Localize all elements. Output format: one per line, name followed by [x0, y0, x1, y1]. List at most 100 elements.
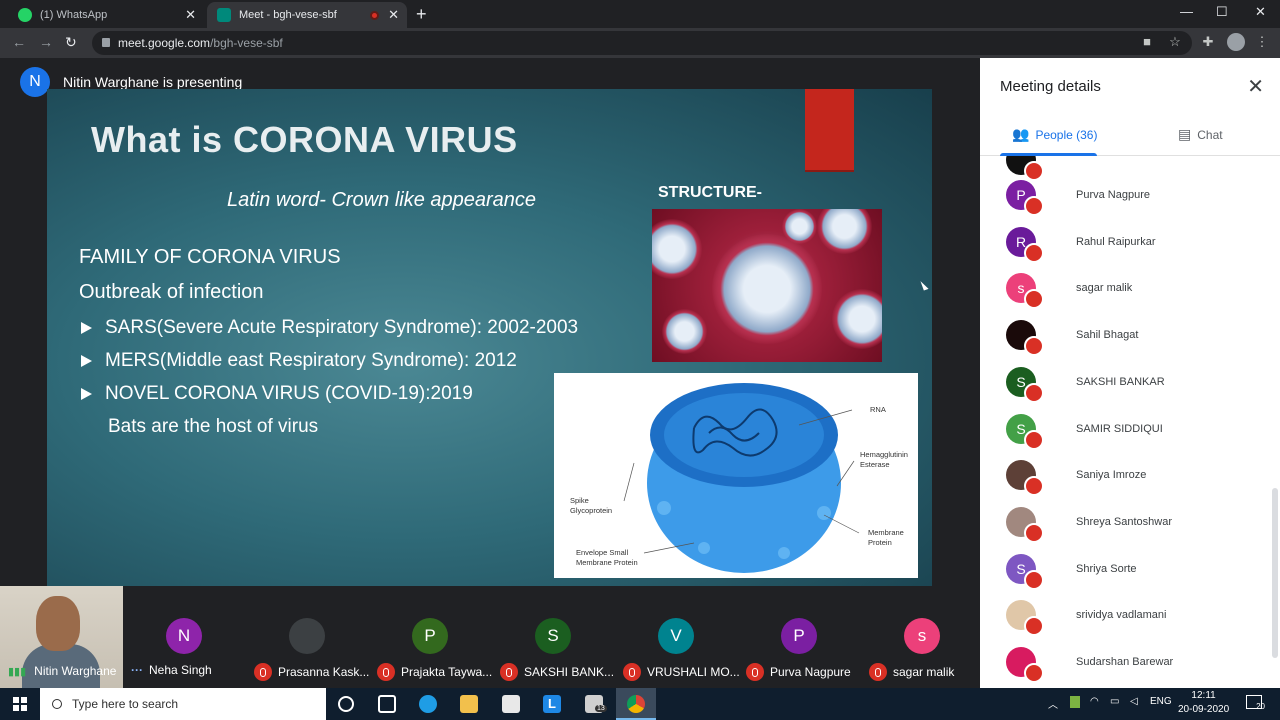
- participant-tile[interactable]: N ··· Neha Singh: [123, 586, 246, 688]
- participant-tile[interactable]: P Purva Nagpure: [738, 586, 861, 688]
- participant-name: Rahul Raipurkar: [1076, 235, 1156, 248]
- taskbar-search-input[interactable]: Type here to search: [40, 688, 326, 720]
- participant-tile[interactable]: s sagar malik: [861, 586, 984, 688]
- list-item[interactable]: s sagar malik: [1006, 272, 1266, 310]
- list-item[interactable]: S SAKSHI BANKAR: [1006, 366, 1266, 403]
- mail-icon[interactable]: 13: [585, 695, 607, 713]
- participant-name: sagar malik: [1076, 282, 1133, 295]
- virus-particle: [652, 219, 702, 279]
- participant-name: VRUSHALI MO...: [623, 663, 740, 681]
- participant-name: SAKSHI BANKAR: [1076, 375, 1165, 388]
- avatar: [1006, 600, 1044, 637]
- virus-particle: [712, 234, 822, 344]
- start-button[interactable]: [0, 688, 40, 720]
- maximize-icon[interactable]: ☐: [1216, 4, 1228, 20]
- window-close-icon[interactable]: ✕: [1255, 4, 1266, 20]
- virus-particle: [662, 309, 707, 354]
- tab-people[interactable]: 👥 People (36): [1012, 126, 1097, 143]
- menu-icon[interactable]: ⋮: [1255, 35, 1269, 49]
- slide-bullet: MERS(Middle east Respiratory Syndrome): …: [81, 350, 517, 372]
- notifications-icon[interactable]: 20: [1246, 695, 1265, 711]
- scrollbar[interactable]: [1272, 488, 1278, 658]
- minimize-icon[interactable]: —: [1180, 4, 1193, 19]
- clock-date: 20-09-2020: [1178, 704, 1230, 715]
- slide-title: What is CORONA VIRUS: [91, 119, 518, 160]
- store-icon[interactable]: [502, 695, 520, 713]
- list-item[interactable]: S Shriya Sorte: [1006, 553, 1266, 590]
- list-item[interactable]: Shreya Santoshwar: [1006, 506, 1266, 543]
- more-options-icon[interactable]: ···: [131, 663, 143, 677]
- back-icon[interactable]: ←: [12, 34, 26, 50]
- panel-title: Meeting details: [1000, 78, 1101, 95]
- cortana-icon[interactable]: [338, 696, 354, 712]
- close-tab-icon[interactable]: ✕: [388, 7, 399, 23]
- avatar: [1006, 156, 1044, 181]
- battery-icon[interactable]: ▭: [1110, 696, 1119, 707]
- app-l-icon[interactable]: L: [543, 695, 561, 713]
- recording-icon: [370, 10, 379, 20]
- people-list[interactable]: P Purva Nagpure R Rahul Raipurkar s sagar mal…: [980, 156, 1273, 688]
- close-tab-icon[interactable]: ✕: [185, 7, 196, 23]
- virus-particle: [782, 209, 817, 244]
- presenting-status: Nitin Warghane is presenting: [63, 74, 243, 90]
- url-field[interactable]: meet.google.com/bgh-vese-sbf: [92, 31, 1192, 55]
- muted-mic-icon: [746, 663, 764, 681]
- tray-app-icon[interactable]: [1070, 696, 1080, 708]
- muted-mic-icon: [1024, 476, 1044, 497]
- participant-tile[interactable]: V VRUSHALI MO...: [615, 586, 740, 688]
- tab-chat[interactable]: ▤ Chat: [1178, 126, 1223, 143]
- muted-mic-icon: [1024, 569, 1044, 590]
- participant-tile[interactable]: S SAKSHI BANK...: [492, 586, 615, 688]
- edge-icon[interactable]: [419, 695, 437, 713]
- slide-note: Bats are the host of virus: [108, 416, 319, 437]
- profile-avatar-icon[interactable]: [1227, 33, 1245, 51]
- diagram-label-membrane: Membrane Protein: [868, 528, 904, 547]
- tray-chevron-icon[interactable]: ︿: [1048, 696, 1058, 711]
- extensions-icon[interactable]: ✚: [1201, 35, 1215, 49]
- list-item[interactable]: srividya vadlamani: [1006, 599, 1266, 637]
- participant-tile[interactable]: P Prajakta Taywa...: [369, 586, 492, 688]
- list-item[interactable]: R Rahul Raipurkar: [1006, 226, 1266, 263]
- participant-name: Purva Nagpure: [1076, 189, 1150, 201]
- star-icon[interactable]: ☆: [1168, 35, 1182, 49]
- participant-name: SAKSHI BANK...: [500, 663, 615, 681]
- reload-icon[interactable]: ↻: [65, 34, 77, 51]
- tab-meet[interactable]: Meet - bgh-vese-sbf ✕: [207, 2, 407, 28]
- search-icon: [52, 699, 62, 709]
- avatar: R: [1006, 226, 1044, 263]
- list-item[interactable]: Sudarshan Barewar: [1006, 646, 1266, 683]
- system-clock[interactable]: 12:11 20-09-2020: [1178, 689, 1229, 717]
- list-item[interactable]: [1006, 156, 1266, 181]
- participant-name: sagar malik: [869, 663, 984, 681]
- file-explorer-icon[interactable]: [460, 695, 478, 713]
- camera-icon[interactable]: ■: [1140, 35, 1154, 49]
- close-icon[interactable]: ✕: [1247, 74, 1264, 99]
- tab-whatsapp[interactable]: (1) WhatsApp ✕: [8, 2, 204, 28]
- avatar: S: [535, 618, 571, 654]
- participant-name: ··· Neha Singh: [131, 663, 212, 677]
- virus-image: [652, 209, 882, 362]
- list-item[interactable]: Sahil Bhagat: [1006, 319, 1266, 357]
- new-tab-button[interactable]: +: [416, 4, 427, 25]
- participant-tile[interactable]: Prasanna Kask...: [246, 586, 369, 688]
- windows-taskbar: Type here to search L 13 ︿ ◠ ▭ ◁ ENG 12:…: [0, 688, 1280, 720]
- presentation-stage: N Nitin Warghane is presenting What is C…: [0, 58, 980, 586]
- lock-icon: [102, 38, 110, 47]
- chat-icon: ▤: [1178, 126, 1192, 142]
- chrome-taskbar-button[interactable]: [616, 688, 656, 720]
- volume-icon[interactable]: ◁: [1130, 696, 1138, 707]
- forward-icon[interactable]: →: [39, 34, 53, 50]
- network-icon[interactable]: ◠: [1090, 696, 1099, 707]
- avatar: P: [781, 618, 817, 654]
- slide-accent-bar: [805, 89, 854, 172]
- self-video-tile[interactable]: ▮▮▮ Nitin Warghane: [0, 586, 123, 688]
- list-item[interactable]: P Purva Nagpure: [1006, 179, 1266, 216]
- url-path: /bgh-vese-sbf: [210, 36, 283, 50]
- bullet-arrow-icon: [81, 388, 92, 400]
- task-view-icon[interactable]: [378, 695, 396, 713]
- language-indicator[interactable]: ENG: [1150, 696, 1172, 707]
- muted-mic-icon: [1024, 336, 1044, 357]
- list-item[interactable]: S SAMIR SIDDIQUI: [1006, 413, 1266, 450]
- list-item[interactable]: Saniya Imroze: [1006, 459, 1266, 497]
- clock-time: 12:11: [1191, 690, 1216, 701]
